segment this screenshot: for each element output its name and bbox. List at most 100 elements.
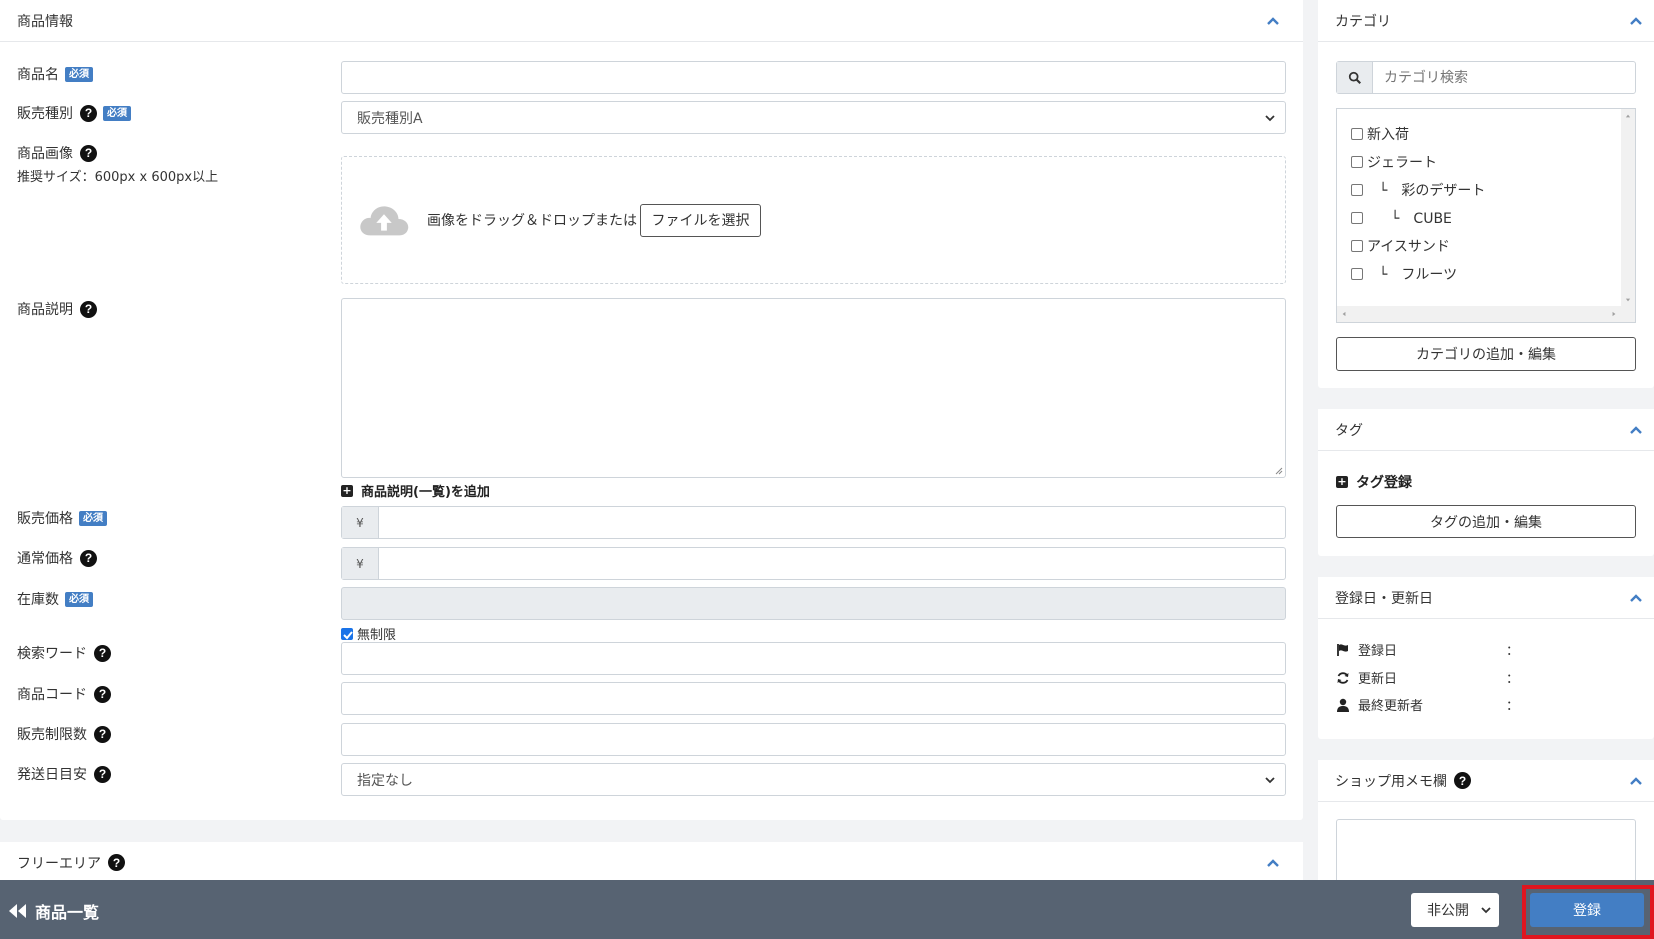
category-search-group[interactable] (1336, 61, 1636, 94)
vertical-scrollbar[interactable] (1621, 109, 1635, 307)
category-item[interactable]: ジェラート (1351, 152, 1437, 172)
tag-header[interactable]: タグ (1318, 409, 1654, 451)
dates-header[interactable]: 登録日・更新日 (1318, 577, 1654, 619)
product-name-label: 商品名 必須 (17, 64, 93, 84)
product-info-header[interactable]: 商品情報 (0, 0, 1303, 42)
memo-header[interactable]: ショップ用メモ欄 ? (1318, 760, 1654, 802)
category-checkbox[interactable] (1351, 156, 1363, 168)
flag-icon (1337, 643, 1348, 656)
sale-type-select[interactable]: 販売種別A (341, 101, 1286, 134)
created-date-row: 登録日 ： (1336, 640, 1636, 659)
drop-text: 画像をドラッグ＆ドロップまたは (427, 213, 637, 229)
help-icon[interactable]: ? (94, 644, 111, 662)
updated-date-row: 更新日 ： (1336, 668, 1636, 687)
scroll-up-icon[interactable] (1621, 111, 1635, 121)
plus-square-icon: + (341, 483, 353, 497)
required-badge: 必須 (103, 105, 131, 121)
footer-bar: 商品一覧 非公開 登録 (0, 880, 1654, 939)
required-badge: 必須 (65, 66, 93, 82)
product-info-panel: 商品情報 商品名 必須 販売種別 ? 必須 販売種別A 商品画像 ? 推奨サイズ… (0, 0, 1303, 820)
normal-price-label: 通常価格 ? (17, 548, 97, 568)
backward-icon (9, 904, 26, 918)
help-icon[interactable]: ? (80, 549, 97, 567)
normal-price-input-group[interactable]: ¥ (341, 547, 1286, 580)
help-icon[interactable]: ? (94, 685, 111, 703)
check-icon (343, 630, 353, 639)
product-name-input[interactable] (341, 61, 1286, 94)
required-badge: 必須 (79, 510, 107, 526)
category-list: 新入荷 ジェラート └ 彩のデザート └ CUBE アイスサンド └ フルーツ (1336, 108, 1636, 323)
scroll-right-icon[interactable] (1609, 308, 1619, 320)
search-word-input[interactable] (341, 642, 1286, 675)
scroll-down-icon[interactable] (1621, 295, 1635, 305)
category-item[interactable]: アイスサンド (1351, 236, 1450, 256)
delivery-select[interactable]: 指定なし (341, 763, 1286, 796)
currency-addon: ¥ (342, 507, 379, 538)
chevron-down-icon (1265, 777, 1275, 784)
product-code-input[interactable] (341, 682, 1286, 715)
category-checkbox[interactable] (1351, 268, 1363, 280)
price-input-group[interactable]: ¥ (341, 506, 1286, 539)
category-checkbox[interactable] (1351, 184, 1363, 196)
search-word-label: 検索ワード ? (17, 643, 111, 663)
help-icon[interactable]: ? (1454, 772, 1471, 789)
currency-addon: ¥ (342, 548, 379, 579)
help-icon[interactable]: ? (80, 104, 97, 122)
help-icon[interactable]: ? (108, 854, 125, 871)
memo-title: ショップ用メモ欄 (1335, 773, 1447, 790)
unlimited-checkbox-row[interactable]: 無制限 (341, 624, 396, 643)
unlimited-checkbox[interactable] (341, 627, 353, 640)
file-select-button[interactable]: ファイルを選択 (640, 203, 761, 237)
price-label: 販売価格 必須 (17, 508, 107, 528)
user-icon (1337, 698, 1349, 712)
description-label: 商品説明 ? (17, 299, 97, 319)
category-item[interactable]: └ 彩のデザート (1351, 180, 1485, 200)
category-item[interactable]: └ フルーツ (1351, 264, 1457, 284)
category-item[interactable]: └ CUBE (1351, 208, 1452, 228)
required-badge: 必須 (65, 591, 93, 607)
chevron-up-icon[interactable] (1628, 13, 1644, 29)
category-checkbox[interactable] (1351, 128, 1363, 140)
chevron-up-icon[interactable] (1628, 773, 1644, 789)
scroll-left-icon[interactable] (1339, 308, 1349, 320)
back-to-list-link[interactable]: 商品一覧 (9, 899, 99, 923)
image-dropzone[interactable]: 画像をドラッグ＆ドロップまたは ファイルを選択 (341, 156, 1286, 284)
image-size-note: 推奨サイズ：600px x 600px以上 (17, 170, 219, 185)
chevron-up-icon[interactable] (1628, 422, 1644, 438)
tag-title: タグ (1335, 422, 1363, 439)
register-button[interactable]: 登録 (1530, 893, 1644, 927)
help-icon[interactable]: ? (94, 765, 111, 783)
tag-register-link[interactable]: + タグ登録 (1336, 472, 1412, 492)
free-area-header[interactable]: フリーエリア ? (0, 842, 1303, 884)
help-icon[interactable]: ? (80, 144, 97, 162)
horizontal-scrollbar[interactable] (1337, 306, 1635, 322)
chevron-down-icon (1481, 907, 1491, 914)
chevron-up-icon[interactable] (1265, 13, 1281, 29)
dates-title: 登録日・更新日 (1335, 590, 1433, 607)
visibility-select[interactable]: 非公開 (1411, 893, 1499, 927)
sale-limit-input[interactable] (341, 723, 1286, 756)
free-area-title: フリーエリア (17, 855, 101, 872)
chevron-up-icon[interactable] (1628, 590, 1644, 606)
product-image-label: 商品画像 ? (17, 143, 97, 163)
category-edit-button[interactable]: カテゴリの追加・編集 (1336, 337, 1636, 371)
add-list-description-link[interactable]: + 商品説明(一覧)を追加 (341, 481, 490, 500)
chevron-down-icon (1265, 115, 1275, 122)
category-checkbox[interactable] (1351, 212, 1363, 224)
tag-edit-button[interactable]: タグの追加・編集 (1336, 505, 1636, 538)
chevron-up-icon[interactable] (1265, 855, 1281, 871)
product-info-title: 商品情報 (17, 13, 73, 30)
sync-icon (1337, 671, 1349, 684)
resize-handle-icon[interactable] (1275, 467, 1283, 475)
help-icon[interactable]: ? (94, 725, 111, 743)
category-title: カテゴリ (1335, 13, 1391, 30)
cloud-upload-icon (360, 206, 409, 236)
category-search-input[interactable] (1373, 62, 1635, 93)
product-code-label: 商品コード ? (17, 684, 111, 704)
help-icon[interactable]: ? (80, 300, 97, 318)
description-textarea[interactable] (341, 298, 1286, 478)
stock-input[interactable] (341, 587, 1286, 620)
category-header[interactable]: カテゴリ (1318, 0, 1654, 42)
category-item[interactable]: 新入荷 (1351, 124, 1409, 144)
category-checkbox[interactable] (1351, 240, 1363, 252)
